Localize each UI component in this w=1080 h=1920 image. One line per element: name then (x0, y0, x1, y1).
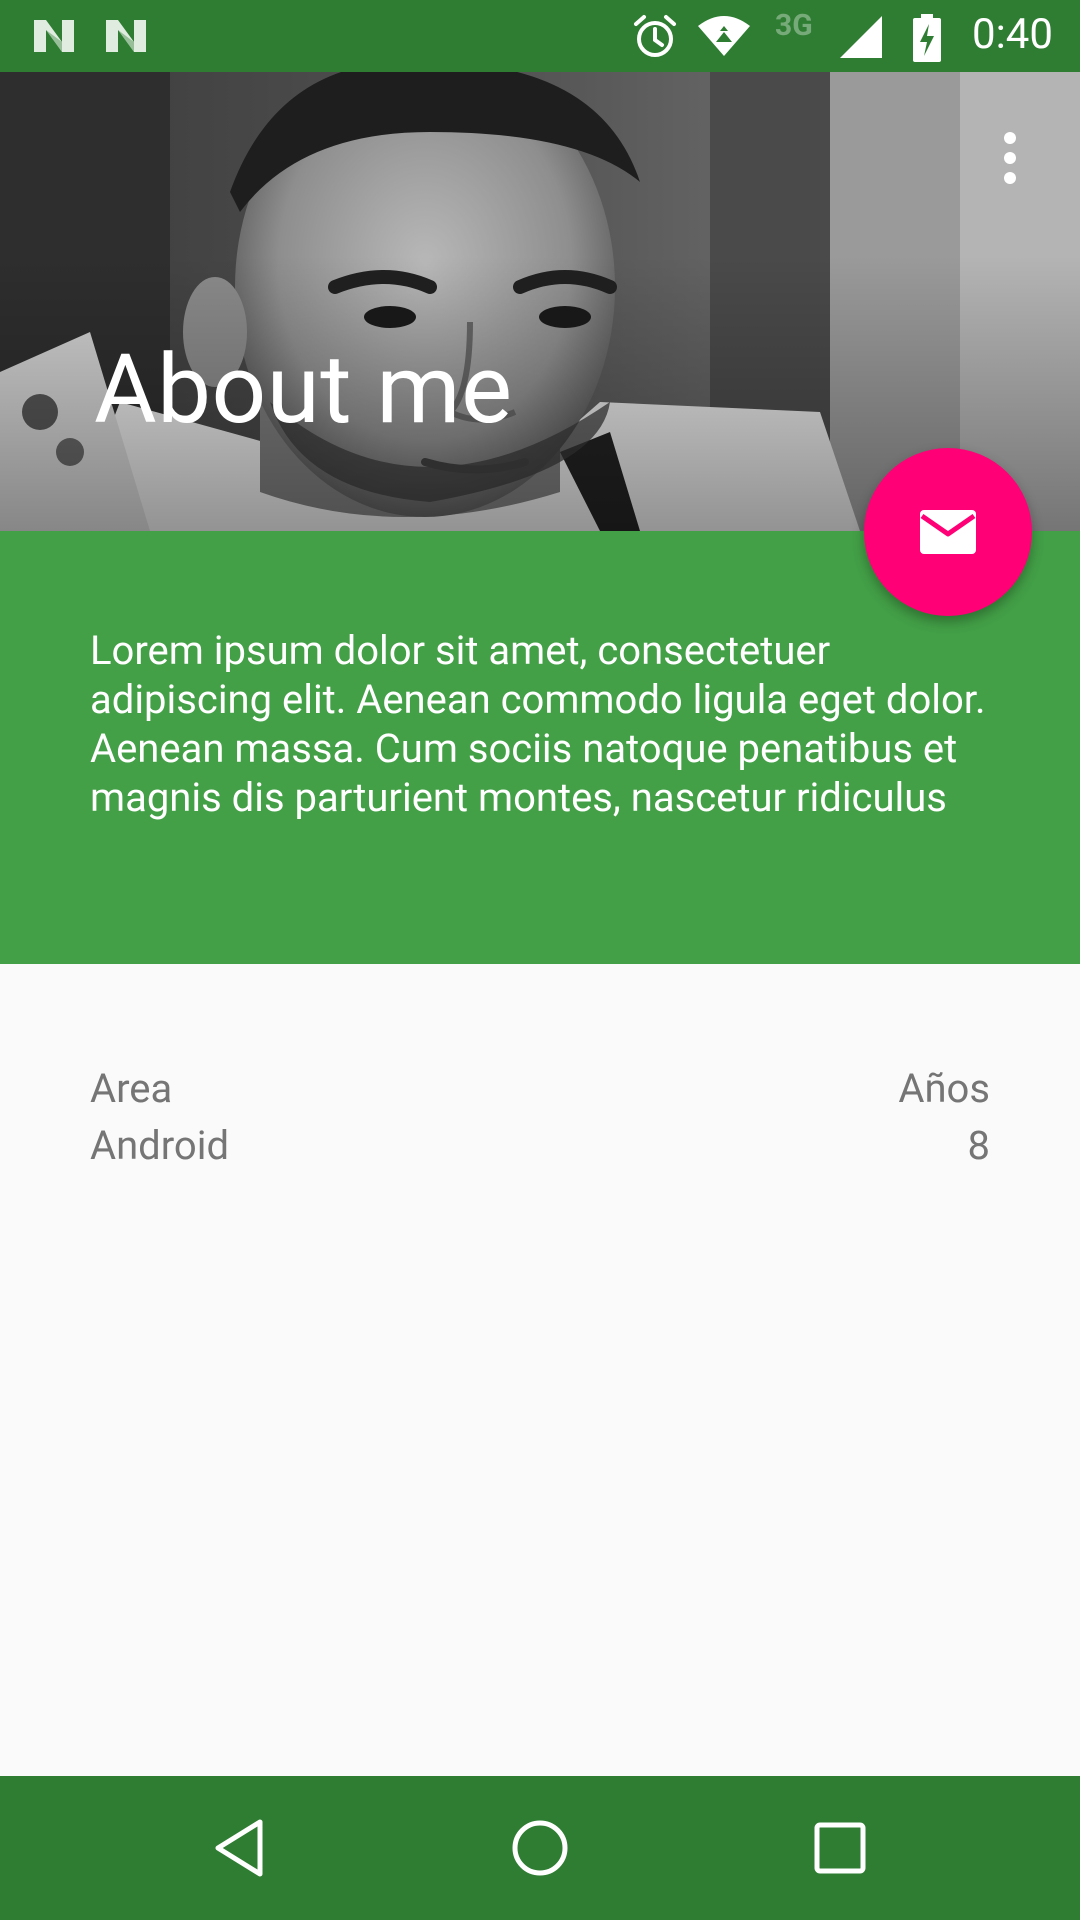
recents-icon[interactable] (804, 1812, 876, 1884)
page-title: About me (94, 334, 513, 446)
wifi-icon (698, 16, 750, 56)
email-fab-button[interactable] (864, 448, 1032, 616)
table-header-row: Area Años (90, 1060, 990, 1117)
signal-icon (840, 16, 882, 58)
area-value: Android (90, 1122, 230, 1169)
home-icon[interactable] (504, 1812, 576, 1884)
alarm-icon (634, 15, 676, 57)
navigation-bar (0, 1776, 1080, 1920)
battery-charging-icon (913, 14, 941, 62)
years-value: 8 (967, 1122, 990, 1169)
status-bar: 3G 0:40 (0, 0, 1080, 72)
back-icon[interactable] (204, 1812, 276, 1884)
table-row: Android 8 (90, 1117, 990, 1174)
more-vert-icon[interactable] (996, 128, 1032, 188)
mail-icon (920, 510, 976, 554)
years-header: Años (898, 1065, 990, 1112)
info-table: Area Años Android 8 (90, 1060, 990, 1174)
n-notification-icon (106, 20, 146, 52)
n-notification-icon (34, 20, 74, 52)
area-header: Area (90, 1065, 173, 1112)
status-clock: 0:40 (972, 10, 1053, 59)
bio-text: Lorem ipsum dolor sit amet, consectetuer… (90, 627, 986, 821)
network-type-label: 3G (775, 8, 813, 43)
